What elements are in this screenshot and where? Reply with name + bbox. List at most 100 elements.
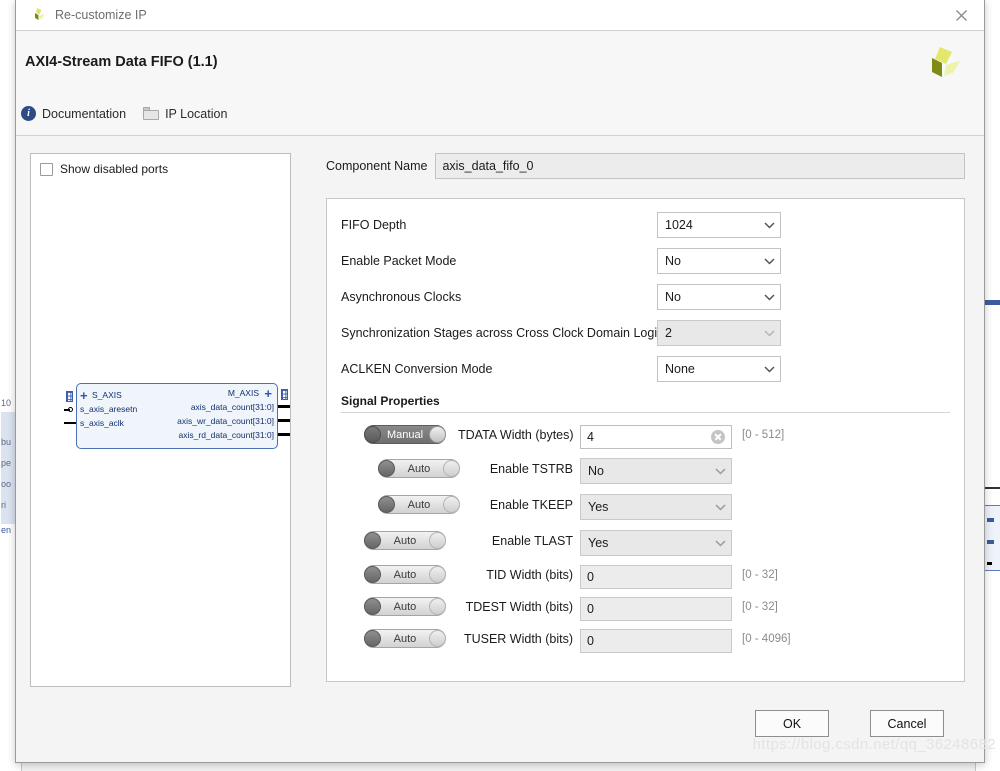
background-text: en (1, 525, 12, 535)
chevron-down-icon (758, 329, 780, 337)
enable-tlast-mode-toggle[interactable]: Auto (364, 531, 446, 550)
toggle-knob (378, 496, 395, 513)
enable-tstrb-label: Enable TSTRB (489, 462, 573, 476)
background-text: bu (1, 437, 12, 447)
property-row-sync-stages: Synchronization Stages across Cross Cloc… (327, 319, 964, 347)
tdest-width-mode-toggle[interactable]: Auto (364, 597, 446, 616)
tid-width-mode-toggle[interactable]: Auto (364, 565, 446, 584)
dialog-title: Re-customize IP (55, 8, 147, 22)
clear-icon[interactable] (711, 430, 725, 444)
tdata-width-input[interactable]: 4 (580, 425, 732, 449)
documentation-link[interactable]: i Documentation (21, 106, 126, 121)
enable-packet-mode-value: No (665, 254, 681, 268)
chevron-down-icon (758, 257, 780, 265)
signal-row-tuser-width: Auto TUSER Width (bits) 0 [0 - 4096] (327, 627, 964, 657)
tuser-width-label: TUSER Width (bits) (463, 632, 573, 646)
reset-pin-stub (64, 409, 70, 411)
enable-tstrb-value: No (588, 464, 604, 478)
toggle-knob (443, 460, 460, 477)
tuser-width-mode-label: Auto (393, 632, 417, 645)
background-text: oo (1, 479, 12, 489)
tid-width-range: [0 - 32] (742, 569, 778, 581)
fifo-depth-dropdown[interactable]: 1024 (657, 212, 781, 238)
asynchronous-clocks-dropdown[interactable]: No (657, 284, 781, 310)
expand-plus-icon[interactable]: + (264, 387, 272, 400)
enable-tkeep-value: Yes (588, 500, 609, 514)
expand-plus-icon[interactable]: + (80, 389, 88, 402)
enable-tlast-mode-label: Auto (393, 534, 417, 547)
toggle-knob (364, 630, 381, 647)
tdest-width-label: TDEST Width (bits) (465, 600, 573, 614)
enable-tkeep-dropdown: Yes (580, 494, 732, 520)
enable-tkeep-mode-toggle[interactable]: Auto (378, 495, 460, 514)
enable-tkeep-mode-label: Auto (407, 498, 431, 511)
checkbox-box (40, 162, 53, 176)
chevron-down-icon (758, 365, 780, 373)
tuser-width-input: 0 (580, 629, 732, 653)
tuser-width-value: 0 (587, 634, 594, 648)
tid-width-value: 0 (587, 570, 594, 584)
bus-connector-icon (281, 389, 288, 400)
enable-tlast-label: Enable TLAST (491, 534, 573, 548)
signal-row-enable-tkeep: Auto Enable TKEEP Yes (327, 493, 964, 523)
property-row-aclken-mode: ACLKEN Conversion Mode None (327, 355, 964, 383)
tdata-width-label: TDATA Width (bytes) (458, 428, 574, 442)
chevron-down-icon (709, 539, 731, 547)
ip-location-label: IP Location (165, 106, 228, 121)
component-name-row: Component Name axis_data_fifo_0 (326, 153, 965, 179)
tid-width-label: TID Width (bits) (486, 568, 573, 582)
tdata-width-mode-label: Manual (386, 428, 424, 441)
dialog-titlebar: Re-customize IP (16, 0, 984, 31)
aclken-conversion-mode-label: ACLKEN Conversion Mode (341, 362, 493, 376)
chevron-down-icon (758, 221, 780, 229)
sync-stages-dropdown: 2 (657, 320, 781, 346)
header-links: i Documentation IP Location (21, 106, 244, 121)
port-label-aresetn: s_axis_aresetn (80, 404, 138, 414)
ok-button[interactable]: OK (755, 710, 829, 737)
port-label-m-axis: M_AXIS (227, 388, 259, 398)
dialog-footer: OK Cancel (16, 696, 984, 762)
enable-tlast-dropdown: Yes (580, 530, 732, 556)
documentation-label: Documentation (42, 106, 127, 121)
dialog-body: Show disabled ports + S_AXIS s_axis_ares… (16, 136, 984, 732)
toggle-knob (364, 532, 381, 549)
aclken-conversion-mode-value: None (665, 362, 695, 376)
chevron-down-icon (709, 503, 731, 511)
toggle-knob (364, 566, 381, 583)
background-text: ri (1, 500, 6, 510)
show-disabled-ports-checkbox[interactable]: Show disabled ports (40, 162, 168, 176)
asynchronous-clocks-value: No (665, 290, 681, 304)
close-icon[interactable] (938, 0, 984, 30)
port-diagram-panel: Show disabled ports + S_AXIS s_axis_ares… (30, 153, 291, 687)
aclken-conversion-mode-dropdown[interactable]: None (657, 356, 781, 382)
section-divider (341, 412, 950, 413)
tdest-width-range: [0 - 32] (742, 601, 778, 613)
enable-tstrb-mode-toggle[interactable]: Auto (378, 459, 460, 478)
chevron-down-icon (709, 467, 731, 475)
signal-row-tdata-width: Manual TDATA Width (bytes) 4 [0 - 512] (327, 423, 964, 453)
tuser-width-mode-toggle[interactable]: Auto (364, 629, 446, 648)
fifo-depth-value: 1024 (665, 218, 693, 232)
component-name-field[interactable]: axis_data_fifo_0 (435, 153, 965, 179)
toggle-knob (429, 566, 446, 583)
port-label-data-count: axis_data_count[31:0] (190, 402, 274, 412)
tuser-width-range: [0 - 4096] (742, 633, 791, 645)
sync-stages-value: 2 (665, 326, 672, 340)
cancel-button[interactable]: Cancel (870, 710, 944, 737)
signal-row-enable-tlast: Auto Enable TLAST Yes (327, 529, 964, 559)
toggle-knob (429, 532, 446, 549)
ip-location-link[interactable]: IP Location (143, 107, 227, 121)
clock-pin-stub (64, 422, 76, 424)
signal-row-tdest-width: Auto TDEST Width (bits) 0 [0 - 32] (327, 595, 964, 625)
show-disabled-ports-label: Show disabled ports (60, 162, 169, 176)
enable-tstrb-dropdown: No (580, 458, 732, 484)
tdata-width-mode-toggle[interactable]: Manual (364, 425, 446, 444)
port-label-s-axis: S_AXIS (92, 390, 122, 400)
enable-tkeep-label: Enable TKEEP (489, 498, 573, 512)
enable-tlast-value: Yes (588, 536, 609, 550)
properties-panel: FIFO Depth 1024 Enable Packet Mode No As… (326, 198, 965, 682)
enable-tstrb-mode-label: Auto (407, 462, 431, 475)
enable-packet-mode-dropdown[interactable]: No (657, 248, 781, 274)
tdata-width-range: [0 - 512] (742, 429, 785, 441)
toggle-knob (364, 598, 381, 615)
